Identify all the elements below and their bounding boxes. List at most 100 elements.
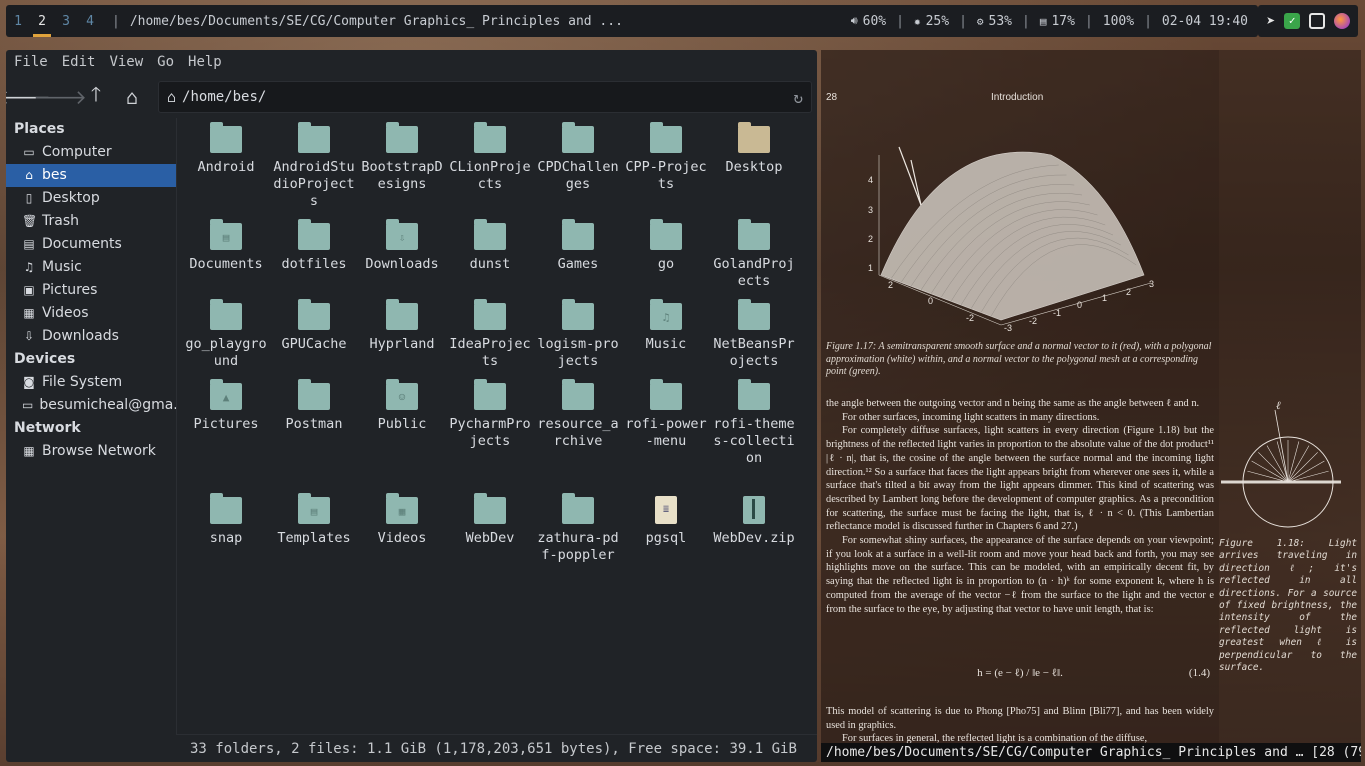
file-item[interactable]: ♫ Music bbox=[622, 295, 710, 353]
location-path[interactable]: /home/bes/ bbox=[182, 89, 266, 105]
sidebar-item-videos[interactable]: ▦ Videos bbox=[6, 302, 176, 325]
folder-icon bbox=[298, 122, 330, 153]
file-name: AndroidStudioProjects bbox=[273, 159, 355, 209]
folder-icon: ▤ bbox=[298, 493, 330, 524]
workspace-4[interactable]: 4 bbox=[78, 5, 102, 37]
sidebar-item-label: Browse Network bbox=[42, 443, 156, 459]
menu-help[interactable]: Help bbox=[182, 54, 228, 70]
file-item[interactable]: ☺ Public bbox=[358, 375, 446, 433]
file-name: WebDev.zip bbox=[713, 530, 795, 546]
sidebar-item-pictures[interactable]: ▣ Pictures bbox=[6, 279, 176, 302]
file-item[interactable]: logism-projects bbox=[534, 295, 622, 370]
reflected-ray bbox=[1247, 470, 1289, 483]
file-item[interactable]: PycharmProjects bbox=[446, 375, 534, 450]
telegram-icon[interactable]: ➤ bbox=[1266, 12, 1275, 30]
file-item[interactable]: zathura-pdf-poppler bbox=[534, 489, 622, 564]
folder-icon: ⇩ bbox=[386, 219, 418, 250]
file-item[interactable]: BootstrapDesigns bbox=[358, 118, 446, 193]
file-item[interactable]: GPUCache bbox=[270, 295, 358, 353]
cpu-widget: ⚙ 53% bbox=[977, 14, 1012, 29]
file-item[interactable]: resource_archive bbox=[534, 375, 622, 450]
file-name: Hyprland bbox=[369, 336, 435, 352]
workspace-3[interactable]: 3 bbox=[54, 5, 78, 37]
file-item[interactable]: Desktop bbox=[710, 118, 798, 176]
location-bar[interactable]: ⌂ /home/bes/ ↻ bbox=[158, 81, 812, 113]
file-item[interactable]: ▤ Templates bbox=[270, 489, 358, 547]
sidebar-item-bes[interactable]: ⌂ bes bbox=[6, 164, 176, 187]
file-item[interactable]: IdeaProjects bbox=[446, 295, 534, 370]
file-item[interactable]: CPP-Projects bbox=[622, 118, 710, 193]
file-item[interactable]: ▲ Pictures bbox=[182, 375, 270, 433]
sidebar-item-documents[interactable]: ▤ Documents bbox=[6, 233, 176, 256]
workspace-1[interactable]: 1 bbox=[6, 5, 30, 37]
shield-check-icon[interactable]: ✓ bbox=[1284, 13, 1301, 29]
file-item[interactable]: Hyprland bbox=[358, 295, 446, 353]
file-name: Documents bbox=[189, 256, 263, 272]
file-item[interactable]: CPDChallenges bbox=[534, 118, 622, 193]
up-button[interactable]: 🡑 bbox=[78, 79, 114, 115]
reflected-ray bbox=[1287, 470, 1329, 483]
reload-icon[interactable]: ↻ bbox=[793, 88, 803, 107]
forward-button[interactable]: 🡒 bbox=[33, 79, 87, 115]
memory-widget: ▤ 17% bbox=[1040, 14, 1075, 29]
file-item[interactable]: dotfiles bbox=[270, 215, 358, 273]
file-name: CLionProjects bbox=[449, 159, 531, 192]
file-item[interactable]: ▤ Documents bbox=[182, 215, 270, 273]
pdf-status-bar: /home/bes/Documents/SE/CG/Computer Graph… bbox=[821, 743, 1361, 762]
window-icon[interactable] bbox=[1308, 13, 1325, 29]
file-item[interactable]: rofi-power-menu bbox=[622, 375, 710, 450]
menu-edit[interactable]: Edit bbox=[56, 54, 102, 70]
sidebar-item-account[interactable]: ▭ besumicheal@gma... bbox=[6, 394, 176, 417]
file-item[interactable]: ≣ pgsql bbox=[622, 489, 710, 547]
sidebar-item-browse-network[interactable]: ▦ Browse Network bbox=[6, 440, 176, 463]
file-item[interactable]: dunst bbox=[446, 215, 534, 273]
menu-file[interactable]: File bbox=[8, 54, 54, 70]
file-name: Desktop bbox=[725, 159, 783, 175]
file-item[interactable]: ⇩ Downloads bbox=[358, 215, 446, 273]
file-name: rofi-themes-collection bbox=[713, 416, 795, 466]
brightness-value: 25% bbox=[925, 13, 950, 29]
sidebar-item-downloads[interactable]: ⇩ Downloads bbox=[6, 325, 176, 348]
network-icon: ▦ bbox=[23, 444, 35, 458]
sidebar-item-label: File System bbox=[42, 374, 123, 390]
file-name: GPUCache bbox=[281, 336, 347, 352]
status-bar: 1 2 3 4 | /home/bes/Documents/SE/CG/Comp… bbox=[6, 5, 1258, 37]
file-item[interactable]: go_playground bbox=[182, 295, 270, 370]
sidebar-item-desktop[interactable]: ▯ Desktop bbox=[6, 187, 176, 210]
file-item[interactable]: NetBeansProjects bbox=[710, 295, 798, 370]
clock[interactable]: 02-04 19:40 bbox=[1162, 14, 1248, 29]
file-item[interactable]: WebDev bbox=[446, 489, 534, 547]
firefox-icon[interactable] bbox=[1333, 13, 1350, 29]
sidebar-item-trash[interactable]: 🗑︎ Trash bbox=[6, 210, 176, 233]
sidebar-item-file-system[interactable]: ◙ File System bbox=[6, 371, 176, 394]
file-item[interactable]: rofi-themes-collection bbox=[710, 375, 798, 467]
file-item[interactable]: go bbox=[622, 215, 710, 273]
music-icon: ♫ bbox=[23, 260, 35, 274]
file-item[interactable]: CLionProjects bbox=[446, 118, 534, 193]
pdf-page: 28 Introduction 4 3 2 1 2 0 -2 -3 -2 -1 … bbox=[821, 50, 1219, 743]
home-button[interactable]: ⌂ bbox=[114, 79, 150, 115]
file-name: Downloads bbox=[365, 256, 439, 272]
trash-icon: 🗑︎ bbox=[22, 214, 38, 228]
file-item[interactable]: WebDev.zip bbox=[710, 489, 798, 547]
file-item[interactable]: snap bbox=[182, 489, 270, 547]
file-item[interactable]: GolandProjects bbox=[710, 215, 798, 290]
z-tick-1: 1 bbox=[868, 263, 873, 273]
sidebar-item-music[interactable]: ♫ Music bbox=[6, 256, 176, 279]
file-name: GolandProjects bbox=[713, 256, 795, 289]
file-item[interactable]: AndroidStudioProjects bbox=[270, 118, 358, 210]
menu-go[interactable]: Go bbox=[151, 54, 180, 70]
volume-widget[interactable]: 🔊︎ 60% bbox=[851, 14, 886, 29]
file-name: Android bbox=[197, 159, 255, 175]
workspace-2[interactable]: 2 bbox=[30, 5, 54, 37]
file-item[interactable]: Games bbox=[534, 215, 622, 273]
file-item[interactable]: ▦ Videos bbox=[358, 489, 446, 547]
menu-view[interactable]: View bbox=[103, 54, 149, 70]
file-grid: Android AndroidStudioProjects BootstrapDes… bbox=[176, 118, 817, 734]
folder-icon bbox=[738, 219, 770, 250]
file-item[interactable]: Android bbox=[182, 118, 270, 176]
file-item[interactable]: Postman bbox=[270, 375, 358, 433]
sidebar-item-computer[interactable]: ▭ Computer bbox=[6, 141, 176, 164]
brightness-widget[interactable]: ✹ 25% bbox=[914, 14, 949, 29]
home-icon: ⌂ bbox=[25, 168, 33, 182]
